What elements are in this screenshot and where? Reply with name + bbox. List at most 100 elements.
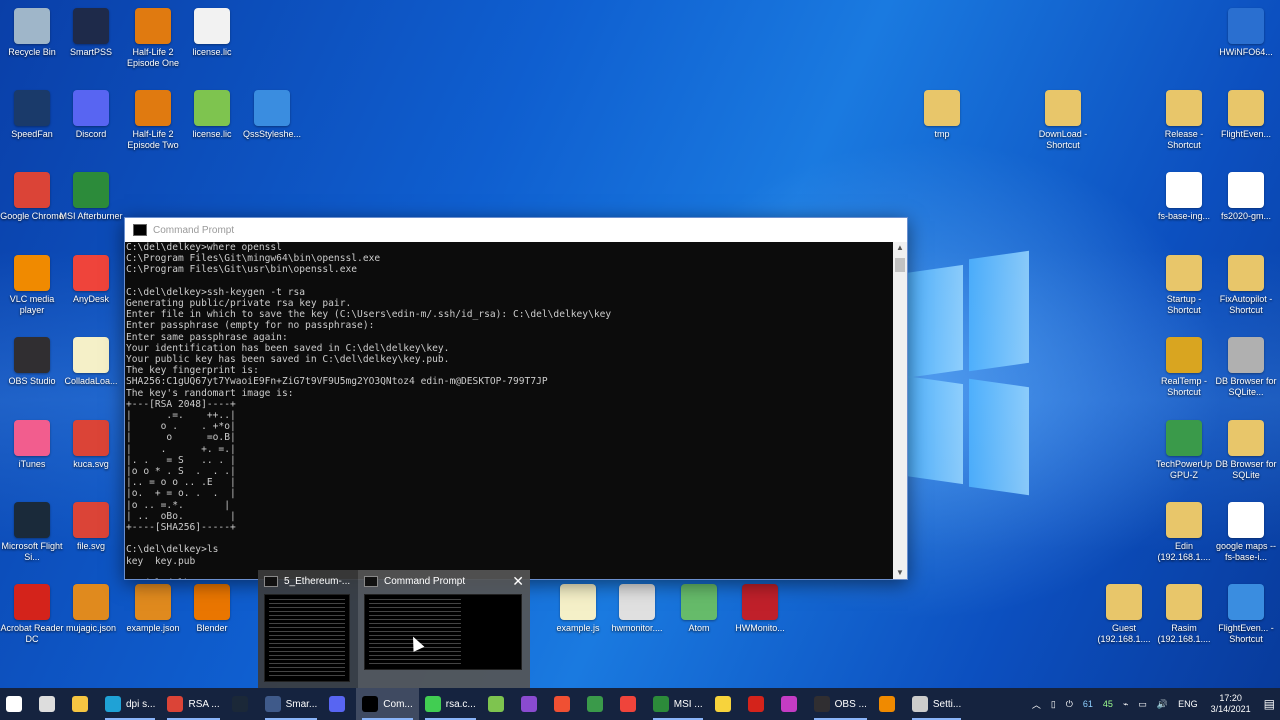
- desktop-icon[interactable]: Edin (192.168.1....: [1152, 502, 1216, 563]
- desktop-icon[interactable]: Recycle Bin: [0, 8, 64, 58]
- chrome-icon: [14, 172, 50, 208]
- desktop-icon[interactable]: example.js: [546, 584, 610, 634]
- cmd-icon: [364, 576, 378, 587]
- console-output[interactable]: C:\del\delkey>where openssl C:\Program Fi…: [125, 242, 893, 579]
- desktop-icon[interactable]: Half-Life 2 Episode Two: [121, 90, 185, 151]
- taskbar-item[interactable]: RSA ...: [161, 688, 225, 720]
- taskbar-item[interactable]: [66, 688, 99, 720]
- preview-item[interactable]: 5_Ethereum-...: [258, 570, 354, 688]
- scroll-thumb[interactable]: [895, 258, 905, 272]
- taskbar-item[interactable]: [873, 688, 906, 720]
- preview-item[interactable]: Command Prompt ✕: [358, 570, 530, 688]
- desktop-icon[interactable]: VLC media player: [0, 255, 64, 316]
- desktop-icon[interactable]: Microsoft Flight Si...: [0, 502, 64, 563]
- desktop-icon[interactable]: AnyDesk: [59, 255, 123, 305]
- desktop-icon-label: Atom: [688, 623, 710, 633]
- volume-icon[interactable]: 🔊: [1157, 699, 1168, 710]
- desktop-icon[interactable]: fs2020-gm...: [1214, 172, 1278, 222]
- taskbar-item[interactable]: rsa.c...: [419, 688, 482, 720]
- taskbar-item[interactable]: Smar...: [259, 688, 324, 720]
- desktop-icon[interactable]: FixAutopilot - Shortcut: [1214, 255, 1278, 316]
- desktop-icon[interactable]: Startup - Shortcut: [1152, 255, 1216, 316]
- power-icon[interactable]: ⏻: [1066, 699, 1073, 710]
- desktop-icon[interactable]: Release - Shortcut: [1152, 90, 1216, 151]
- desktop-icon[interactable]: Half-Life 2 Episode One: [121, 8, 185, 69]
- window-titlebar[interactable]: Command Prompt: [125, 218, 907, 242]
- desktop-icon[interactable]: Blender: [180, 584, 244, 634]
- desktop-icon[interactable]: HWMonito...: [728, 584, 792, 634]
- vlc-icon: [14, 255, 50, 291]
- console-line: C:\Program Files\Git\usr\bin\openssl.exe: [126, 264, 358, 276]
- taskbar-item[interactable]: [0, 688, 33, 720]
- scroll-down-arrow[interactable]: ▼: [893, 567, 907, 579]
- taskbar-item[interactable]: [226, 688, 259, 720]
- language-indicator[interactable]: ENG: [1178, 699, 1198, 709]
- desktop-icon[interactable]: TechPowerUp GPU-Z: [1152, 420, 1216, 481]
- desktop-icon[interactable]: example.json: [121, 584, 185, 634]
- scroll-up-arrow[interactable]: ▲: [893, 242, 907, 254]
- desktop-icon[interactable]: MSI Afterburner: [59, 172, 123, 222]
- desktop-icon[interactable]: FlightEven...: [1214, 90, 1278, 140]
- desktop-icon[interactable]: tmp: [910, 90, 974, 140]
- taskbar-item[interactable]: [581, 688, 614, 720]
- desktop-icon[interactable]: Google Chrome: [0, 172, 64, 222]
- cpu-temp-value[interactable]: 45: [1103, 699, 1113, 709]
- vertical-scrollbar[interactable]: ▲ ▼: [893, 242, 907, 579]
- desktop-icon[interactable]: DownLoad - Shortcut: [1031, 90, 1095, 151]
- console-line: The key's randomart image is:: [126, 387, 294, 399]
- desktop-icon[interactable]: iTunes: [0, 420, 64, 470]
- desktop-icon[interactable]: Discord: [59, 90, 123, 140]
- desktop-icon[interactable]: license.lic: [180, 90, 244, 140]
- usb-icon[interactable]: ⌁: [1123, 699, 1128, 710]
- taskbar-item[interactable]: MSI ...: [647, 688, 709, 720]
- desktop-icon[interactable]: Acrobat Reader DC: [0, 584, 64, 645]
- desktop-icon[interactable]: Rasim (192.168.1....: [1152, 584, 1216, 645]
- desktop-icon[interactable]: Atom: [667, 584, 731, 634]
- taskbar-item[interactable]: [482, 688, 515, 720]
- desktop-icon[interactable]: mujagic.json: [59, 584, 123, 634]
- taskbar-item[interactable]: [742, 688, 775, 720]
- close-icon[interactable]: ✕: [512, 573, 524, 590]
- taskbar-item[interactable]: [548, 688, 581, 720]
- desktop-icon[interactable]: license.lic: [180, 8, 244, 58]
- desktop-icon-label: license.lic: [192, 129, 232, 139]
- desktop-icon[interactable]: SpeedFan: [0, 90, 64, 140]
- taskbar-item[interactable]: [614, 688, 647, 720]
- network-icon[interactable]: ▭: [1138, 699, 1147, 710]
- desktop-icon[interactable]: OBS Studio: [0, 337, 64, 387]
- desktop-icon[interactable]: FlightEven... - Shortcut: [1214, 584, 1278, 645]
- desktop-icon[interactable]: Guest (192.168.1....: [1092, 584, 1156, 645]
- taskbar-item[interactable]: Com...: [356, 688, 419, 720]
- taskbar-item[interactable]: [33, 688, 66, 720]
- desktop-icon[interactable]: DB Browser for SQLite...: [1214, 337, 1278, 398]
- desktop-icon[interactable]: HWiNFO64...: [1214, 8, 1278, 58]
- clock[interactable]: 17:20 3/14/2021: [1211, 693, 1251, 715]
- gpu-temp-value[interactable]: 61: [1083, 699, 1093, 709]
- desktop-icon-label: ColladaLoa...: [64, 376, 118, 386]
- desktop-icon[interactable]: ColladaLoa...: [59, 337, 123, 387]
- desktop-icon[interactable]: fs-base-ing...: [1152, 172, 1216, 222]
- chevron-up-icon[interactable]: ︿: [1032, 698, 1041, 711]
- taskbar-item[interactable]: OBS ...: [808, 688, 873, 720]
- gpuz-icon: [586, 696, 603, 712]
- desktop-icon[interactable]: kuca.svg: [59, 420, 123, 470]
- command-prompt-window[interactable]: Command Prompt C:\del\delkey>where opens…: [124, 217, 908, 580]
- console-line: C:\del\delkey>ls: [126, 544, 219, 556]
- taskbar-item[interactable]: [709, 688, 742, 720]
- taskbar-item[interactable]: dpi s...: [99, 688, 161, 720]
- desktop-icon[interactable]: RealTemp - Shortcut: [1152, 337, 1216, 398]
- desktop-icon[interactable]: file.svg: [59, 502, 123, 552]
- battery-icon[interactable]: ▯: [1051, 699, 1056, 710]
- taskbar-item[interactable]: [515, 688, 548, 720]
- desktop-icon[interactable]: hwmonitor....: [605, 584, 669, 634]
- desktop-icon[interactable]: google maps -- fs-base-i...: [1214, 502, 1278, 563]
- desktop-icon[interactable]: SmartPSS: [59, 8, 123, 58]
- taskbar-item[interactable]: Setti...: [906, 688, 967, 720]
- console-line: | .. oBo. |: [126, 510, 236, 522]
- desktop-icon[interactable]: DB Browser for SQLite: [1214, 420, 1278, 481]
- notifications-icon[interactable]: ▤: [1264, 697, 1275, 711]
- taskbar-item[interactable]: [323, 688, 356, 720]
- taskbar-item[interactable]: [775, 688, 808, 720]
- desktop-icon[interactable]: QssStyleshe...: [240, 90, 304, 140]
- settings-icon: [911, 696, 928, 712]
